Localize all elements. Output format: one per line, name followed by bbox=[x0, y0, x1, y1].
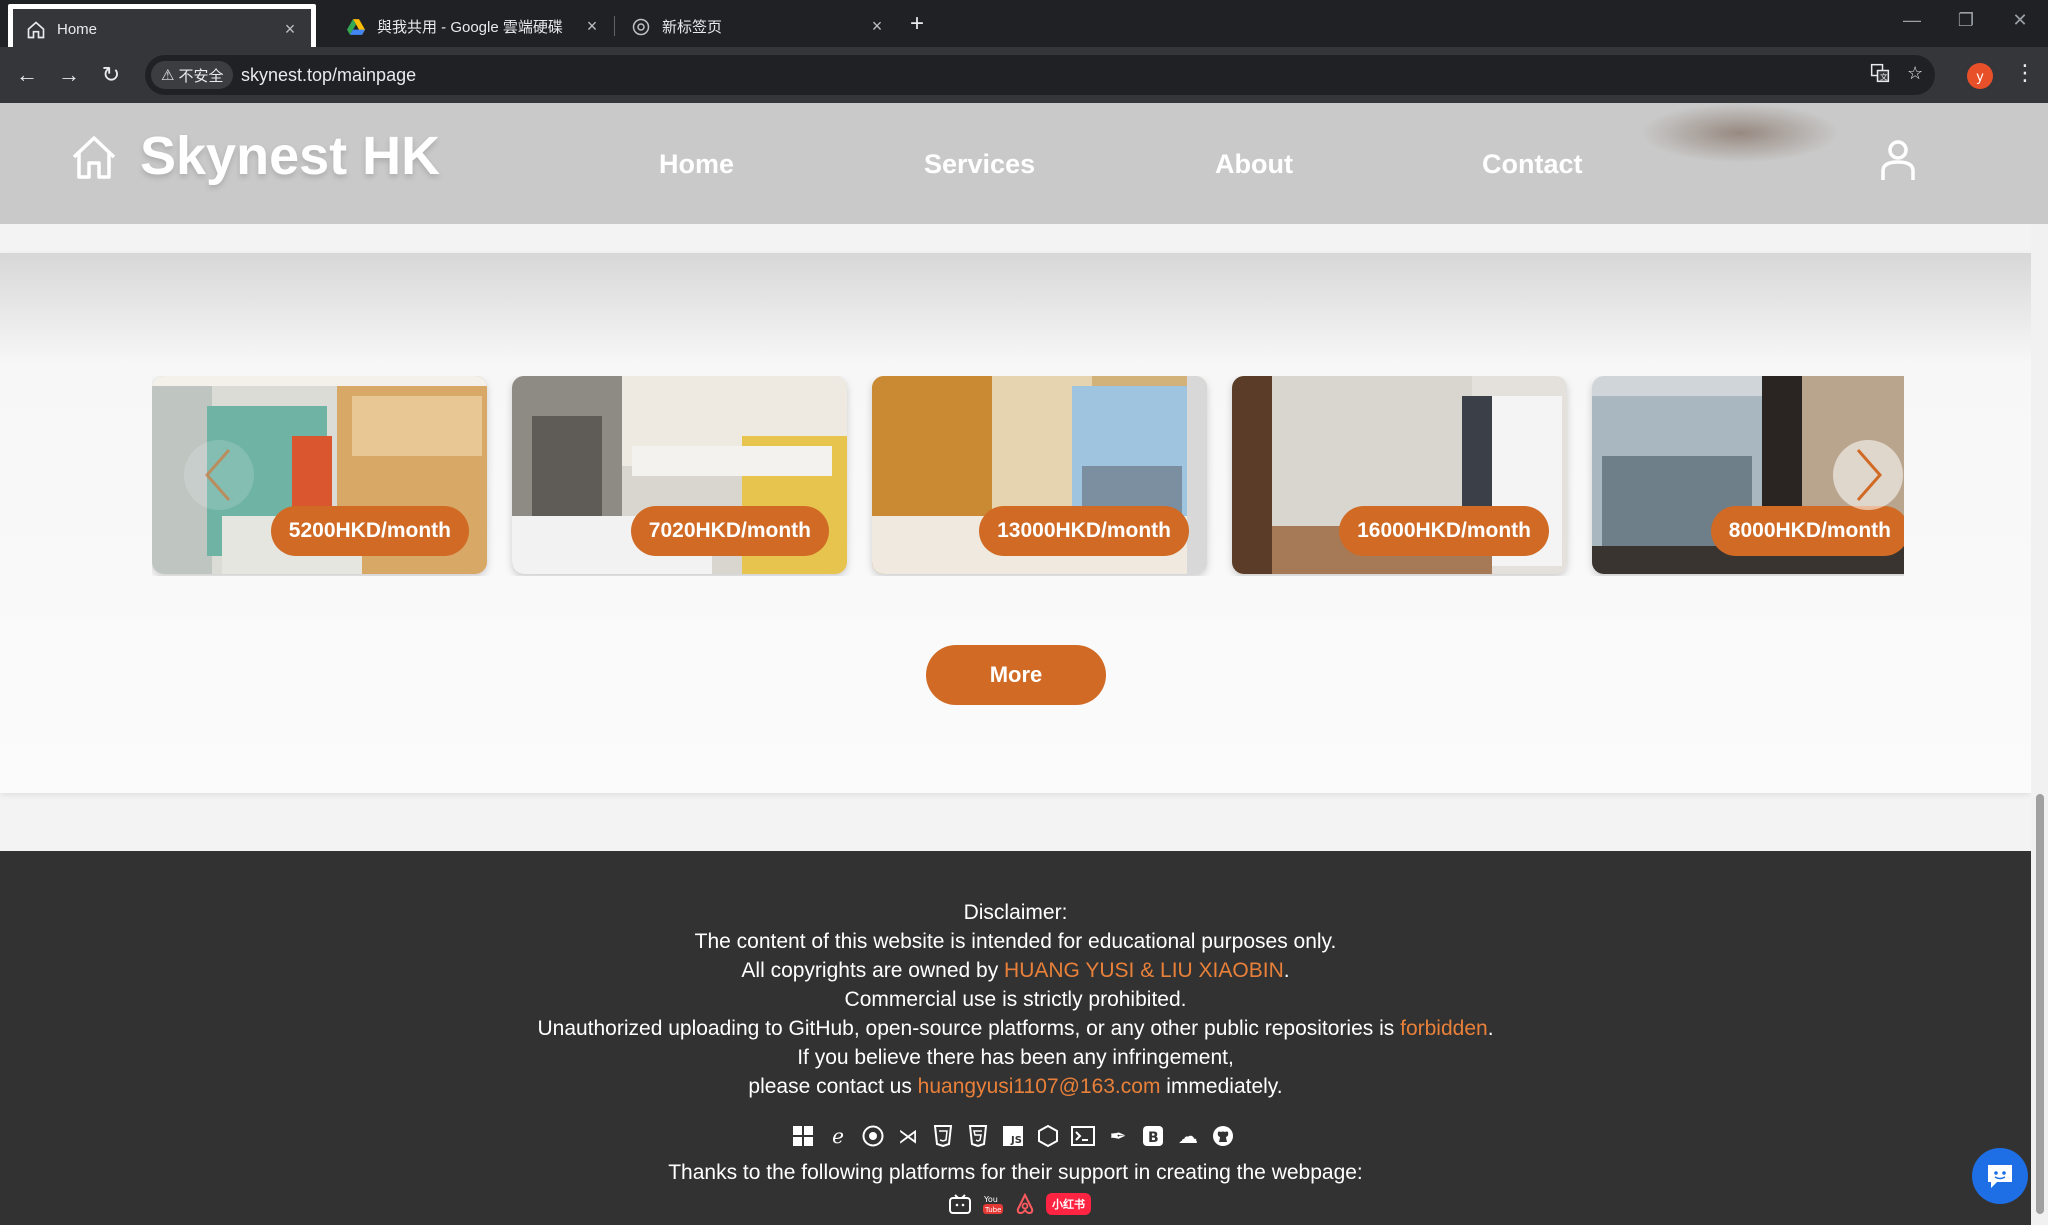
tab-google-drive[interactable]: 與我共用 - Google 雲端硬碟 × bbox=[333, 6, 613, 47]
html5-icon bbox=[965, 1123, 991, 1149]
carousel-next-button[interactable] bbox=[1833, 440, 1903, 510]
svg-text:B: B bbox=[1148, 1130, 1159, 1146]
security-label: 不安全 bbox=[178, 67, 224, 85]
nav-services[interactable]: Services bbox=[924, 149, 1035, 180]
disclaimer-title: Disclaimer: bbox=[963, 901, 1068, 924]
browser-tab-bar: ⌄ Home × 與我共用 - Google 雲端硬碟 × 新标签页 × + —… bbox=[0, 0, 2048, 55]
carousel-prev-button[interactable] bbox=[184, 440, 254, 510]
home-icon bbox=[25, 19, 47, 41]
chrome-icon bbox=[860, 1123, 886, 1149]
bookmark-star-icon[interactable]: ☆ bbox=[1907, 63, 1923, 84]
svg-text:You: You bbox=[983, 1195, 998, 1204]
restore-icon[interactable]: ❐ bbox=[1946, 10, 1986, 31]
thanks-text: Thanks to the following platforms for th… bbox=[668, 1161, 1363, 1184]
more-button[interactable]: More bbox=[926, 645, 1106, 705]
disclaimer-line: The content of this website is intended … bbox=[694, 930, 1337, 953]
disclaimer-line: Commercial use is strictly prohibited. bbox=[844, 988, 1187, 1011]
xiaohongshu-icon[interactable]: 小红书 bbox=[1046, 1193, 1091, 1215]
disclaimer-text: . bbox=[1283, 959, 1290, 982]
contact-email-link[interactable]: huangyusi1107@163.com bbox=[918, 1075, 1161, 1098]
svg-text:Tube: Tube bbox=[984, 1206, 1001, 1214]
window-close-icon[interactable]: ✕ bbox=[2000, 10, 2040, 31]
svg-text:文: 文 bbox=[1880, 72, 1888, 82]
google-drive-icon bbox=[345, 16, 367, 38]
disclaimer-line: Unauthorized uploading to GitHub, open-s… bbox=[0, 1017, 2031, 1041]
tech-icons-row: ℯ ⋊ JS ✒ B ☁ bbox=[790, 1123, 1236, 1149]
chat-widget-button[interactable] bbox=[1972, 1148, 2028, 1204]
forward-icon[interactable]: → bbox=[54, 60, 84, 90]
listing-card[interactable]: 13000HKD/month bbox=[872, 376, 1207, 574]
minimize-icon[interactable]: — bbox=[1892, 10, 1932, 31]
security-indicator[interactable]: ⚠ 不安全 bbox=[151, 61, 234, 89]
github-icon bbox=[1210, 1123, 1236, 1149]
reload-icon[interactable]: ↻ bbox=[96, 60, 126, 90]
feather-icon: ✒ bbox=[1109, 1125, 1127, 1148]
nav-home[interactable]: Home bbox=[659, 149, 734, 180]
disclaimer-line: please contact us huangyusi1107@163.com … bbox=[0, 1075, 2031, 1099]
tab-separator bbox=[614, 16, 615, 36]
bootstrap-icon: B bbox=[1140, 1123, 1166, 1149]
translate-icon[interactable]: 文 bbox=[1870, 63, 1890, 88]
browser-toolbar: ← → ↻ ⚠ 不安全 skynest.top/mainpage 文 ☆ y ⋮ bbox=[0, 47, 2048, 103]
disclaimer-text: All copyrights are owned by bbox=[741, 959, 1005, 982]
close-icon[interactable]: × bbox=[281, 19, 299, 40]
user-account-icon[interactable] bbox=[1880, 139, 1916, 181]
price-badge: 7020HKD/month bbox=[630, 506, 829, 556]
disclaimer-line: All copyrights are owned by HUANG YUSI &… bbox=[0, 959, 2031, 983]
tab-title: 新标签页 bbox=[662, 19, 723, 36]
disclaimer-text: please contact us bbox=[748, 1075, 918, 1098]
header-decoration bbox=[1640, 103, 1840, 163]
listing-card[interactable]: 16000HKD/month bbox=[1232, 376, 1567, 574]
chat-icon bbox=[1988, 1165, 2012, 1188]
vscode-icon: ⋊ bbox=[898, 1125, 918, 1148]
svg-text:JS: JS bbox=[1010, 1135, 1022, 1146]
price-badge: 16000HKD/month bbox=[1339, 506, 1549, 556]
nav-about[interactable]: About bbox=[1215, 149, 1293, 180]
disclaimer-text: immediately. bbox=[1160, 1075, 1283, 1098]
css3-icon bbox=[930, 1123, 956, 1149]
new-tab-button[interactable]: + bbox=[910, 10, 924, 38]
tab-title: 與我共用 - Google 雲端硬碟 bbox=[377, 19, 563, 36]
nav-contact[interactable]: Contact bbox=[1482, 149, 1583, 180]
chrome-icon bbox=[630, 16, 652, 38]
scrollbar-thumb[interactable] bbox=[2036, 794, 2044, 1214]
page-scrollbar[interactable] bbox=[2031, 224, 2048, 1225]
youtube-icon[interactable]: You Tube bbox=[982, 1193, 1004, 1215]
menu-kebab-icon[interactable]: ⋮ bbox=[2014, 60, 2036, 86]
address-bar[interactable]: ⚠ 不安全 skynest.top/mainpage 文 ☆ bbox=[145, 55, 1935, 95]
warning-icon: ⚠ bbox=[161, 67, 175, 84]
windows-icon bbox=[790, 1123, 816, 1149]
price-badge: 8000HKD/month bbox=[1710, 506, 1904, 556]
tab-title: Home bbox=[57, 21, 98, 38]
price-badge: 5200HKD/month bbox=[270, 506, 469, 556]
disclaimer-line: If you believe there has been any infrin… bbox=[797, 1046, 1234, 1069]
home-logo-icon[interactable] bbox=[70, 133, 118, 181]
chevron-right-icon bbox=[1856, 449, 1882, 501]
edge-icon: ℯ bbox=[832, 1125, 844, 1148]
javascript-icon: JS bbox=[1000, 1123, 1026, 1149]
close-icon[interactable]: × bbox=[583, 16, 601, 37]
site-header: Skynest HK Home Services About Contact bbox=[0, 103, 2048, 224]
disclaimer-text: . bbox=[1487, 1017, 1494, 1040]
listing-carousel: 5200HKD/month 7020HKD/month 13000HKD/mon… bbox=[152, 376, 1904, 576]
disclaimer-text: Unauthorized uploading to GitHub, open-s… bbox=[537, 1017, 1401, 1040]
copyright-owners-link[interactable]: HUANG YUSI & LIU XIAOBIN bbox=[1004, 959, 1284, 982]
tab-new-tab[interactable]: 新标签页 × bbox=[618, 6, 898, 47]
terminal-icon bbox=[1070, 1123, 1096, 1149]
back-icon[interactable]: ← bbox=[12, 60, 42, 90]
bilibili-icon[interactable] bbox=[948, 1193, 972, 1215]
url-text[interactable]: skynest.top/mainpage bbox=[241, 65, 416, 86]
chevron-left-icon bbox=[205, 449, 231, 501]
price-badge: 13000HKD/month bbox=[979, 506, 1189, 556]
site-brand[interactable]: Skynest HK bbox=[140, 125, 440, 187]
site-footer: Disclaimer: The content of this website … bbox=[0, 851, 2031, 1225]
profile-avatar[interactable]: y bbox=[1967, 63, 1993, 89]
close-icon[interactable]: × bbox=[868, 16, 886, 37]
forbidden-link[interactable]: forbidden bbox=[1400, 1017, 1488, 1040]
platform-icons-row: You Tube 小红书 bbox=[948, 1193, 1091, 1215]
listing-card[interactable]: 7020HKD/month bbox=[512, 376, 847, 574]
cloud-icon: ☁ bbox=[1178, 1125, 1198, 1148]
nodejs-icon bbox=[1035, 1123, 1061, 1149]
airbnb-icon[interactable] bbox=[1014, 1193, 1036, 1215]
